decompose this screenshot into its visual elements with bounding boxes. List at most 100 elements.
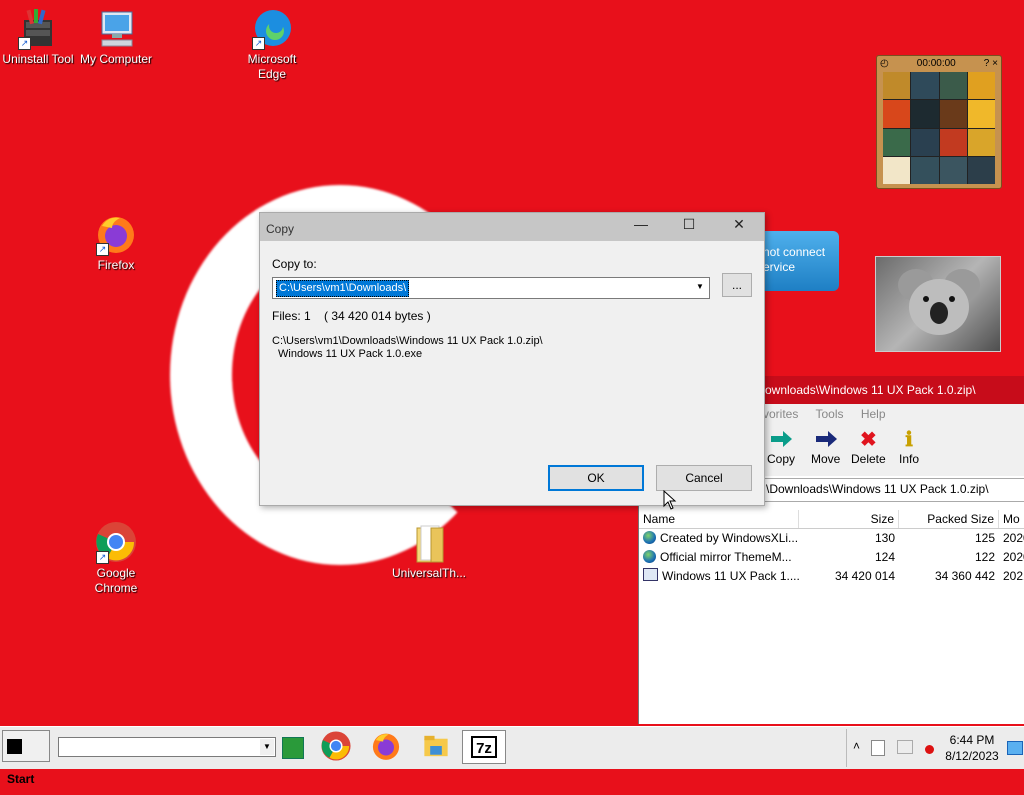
chevron-down-icon[interactable]: ▼ (260, 739, 274, 755)
network-icon[interactable] (871, 740, 885, 756)
puzzle-tile[interactable] (967, 156, 995, 184)
puzzle-tile[interactable] (911, 72, 939, 100)
destination-combobox[interactable]: C:\Users\vm1\Downloads\ ▼ (272, 277, 710, 299)
show-hidden-icons-chevron[interactable]: ˄ (853, 739, 860, 753)
desktop-icon-firefox[interactable]: ↗ Firefox (78, 212, 154, 273)
desktop-icon-uninstall-tool[interactable]: ↗ Uninstall Tool (0, 6, 76, 67)
file-row[interactable]: Created by WindowsXLi... 130 125 2020 (639, 529, 1024, 548)
delete-button[interactable]: ✖ Delete (851, 428, 886, 466)
taskbar-address-input[interactable]: ▼ (58, 737, 276, 757)
slideshow-gadget-koala[interactable] (875, 256, 1001, 352)
puzzle-toolbar: ◴ 00:00:00 ? × (877, 56, 1001, 70)
puzzle-tile[interactable] (883, 72, 911, 100)
connection-gadget[interactable]: not connect ervice (755, 231, 839, 291)
info-button[interactable]: ℹ Info (899, 428, 919, 466)
picture-puzzle-gadget[interactable]: ◴ 00:00:00 ? × (876, 55, 1002, 189)
puzzle-timer: 00:00:00 (916, 57, 956, 69)
url-file-icon (643, 531, 656, 544)
column-header-name[interactable]: Name (639, 510, 799, 528)
desktop-icon-my-computer[interactable]: My Computer (78, 6, 154, 67)
puzzle-tile[interactable] (911, 100, 939, 128)
go-refresh-icon[interactable] (282, 737, 304, 759)
puzzle-tile[interactable] (911, 156, 939, 184)
file-name: Official mirror ThemeM... (660, 550, 792, 564)
move-button[interactable]: Move (811, 428, 840, 466)
file-row[interactable]: Official mirror ThemeM... 124 122 2020 (639, 548, 1024, 567)
dialog-title: Copy (266, 222, 295, 236)
mouse-cursor-icon (663, 490, 677, 510)
menu-item-help[interactable]: Help (861, 407, 886, 421)
url-file-icon (643, 550, 656, 563)
firefox-icon (372, 733, 400, 760)
volume-icon[interactable] (897, 740, 913, 754)
edge-icon: ↗ (250, 6, 294, 50)
copy-arrow-icon (767, 428, 795, 452)
browse-button[interactable]: ... (722, 273, 752, 297)
ok-button[interactable]: OK (548, 465, 644, 491)
gadget-text: ervice (763, 260, 796, 274)
puzzle-tile[interactable] (967, 100, 995, 128)
help-icon[interactable]: ? (984, 58, 990, 69)
file-modified: 2021 (1003, 569, 1024, 583)
taskbar-file-explorer[interactable] (414, 730, 458, 764)
column-header-modified[interactable]: Mo (999, 510, 1024, 528)
source-path-line2: Windows 11 UX Pack 1.0.exe (278, 348, 423, 360)
maximize-button[interactable]: ☐ (666, 213, 712, 235)
column-header-packed-size[interactable]: Packed Size (899, 510, 999, 528)
taskbar-firefox[interactable] (364, 730, 408, 764)
desktop-icon-google-chrome[interactable]: ↗ Google Chrome (78, 520, 154, 596)
file-modified: 2020 (1003, 550, 1024, 564)
move-button-label: Move (811, 452, 841, 466)
puzzle-tile[interactable] (967, 72, 995, 100)
file-packed-size: 34 360 442 (934, 569, 995, 583)
clock[interactable]: 6:44 PM 8/12/2023 (933, 732, 1011, 764)
puzzle-tile[interactable] (883, 156, 911, 184)
taskbar-chrome[interactable] (314, 730, 358, 764)
info-icon: ℹ (905, 429, 913, 451)
puzzle-tile[interactable] (883, 100, 911, 128)
menu-item-favorites[interactable]: vorites (763, 407, 798, 421)
file-size: 34 420 014 (834, 569, 895, 583)
file-size: 124 (874, 550, 895, 564)
file-row[interactable]: Windows 11 UX Pack 1.... 34 420 014 34 3… (639, 567, 1024, 586)
chevron-down-icon[interactable]: ▼ (693, 279, 707, 295)
minimize-button[interactable]: — (618, 213, 664, 235)
puzzle-tile[interactable] (939, 156, 967, 184)
clock-date: 8/12/2023 (945, 749, 999, 763)
column-header-size[interactable]: Size (799, 510, 899, 528)
file-packed-size: 122 (974, 550, 995, 564)
file-size: 130 (874, 531, 895, 545)
puzzle-tile[interactable] (967, 128, 995, 156)
exe-file-icon (643, 568, 658, 581)
delete-button-label: Delete (851, 452, 886, 466)
puzzle-tile[interactable] (911, 128, 939, 156)
desktop-icon-universalthemepatcher[interactable]: UniversalTh... (388, 520, 470, 581)
show-desktop-icon[interactable] (1007, 741, 1023, 755)
puzzle-tile[interactable] (939, 72, 967, 100)
copy-button-label: Copy (767, 452, 796, 466)
desktop-icon-microsoft-edge[interactable]: ↗ Microsoft Edge (234, 6, 310, 82)
taskbar-7zip[interactable]: 7z (462, 730, 506, 764)
dialog-title-bar[interactable]: Copy — ☐ ✕ (260, 213, 764, 241)
puzzle-tile[interactable] (883, 128, 911, 156)
info-button-label: Info (899, 452, 920, 466)
puzzle-tile[interactable] (939, 100, 967, 128)
file-packed-size: 125 (974, 531, 995, 545)
clock-time: 6:44 PM (949, 733, 995, 747)
start-label: Start (7, 772, 35, 786)
puzzle-tile[interactable] (939, 128, 967, 156)
copy-to-label: Copy to: (272, 257, 317, 271)
desktop-icon-label: Firefox (97, 258, 135, 272)
source-path: C:\Users\vm1\Downloads\Windows 11 UX Pac… (272, 335, 543, 361)
copy-dialog[interactable]: Copy — ☐ ✕ Copy to: C:\Users\vm1\Downloa… (259, 212, 765, 506)
start-button[interactable]: Start (2, 730, 50, 786)
copy-button[interactable]: Copy (767, 428, 795, 466)
menu-item-tools[interactable]: Tools (815, 407, 843, 421)
7zip-icon: 7z (471, 736, 497, 758)
close-icon[interactable]: × (992, 58, 998, 69)
gadget-text: not connect (763, 245, 826, 259)
puzzle-grid[interactable] (883, 72, 995, 184)
cancel-button[interactable]: Cancel (656, 465, 752, 491)
desktop-icon-label: Google Chrome (94, 566, 138, 595)
close-button[interactable]: ✕ (716, 213, 762, 235)
